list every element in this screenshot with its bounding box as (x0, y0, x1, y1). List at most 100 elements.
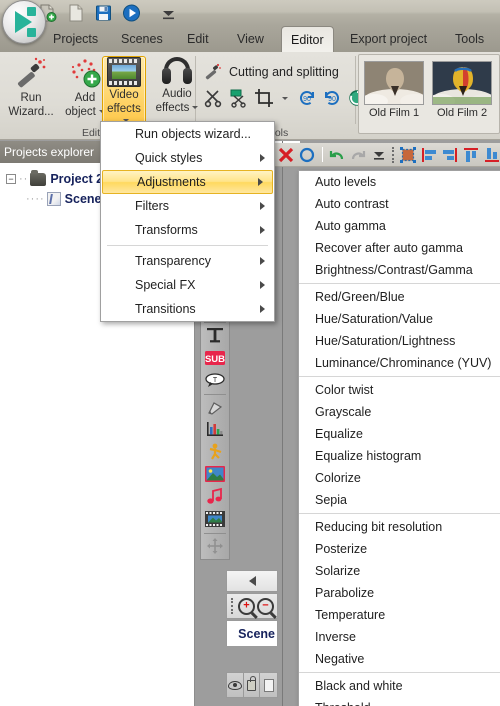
menu-item-run-objects-wizard[interactable]: Run objects wizard... (101, 122, 274, 146)
delete-icon[interactable] (278, 146, 295, 164)
menu-item-quick-styles[interactable]: Quick styles (101, 146, 274, 170)
video-effects-menu[interactable]: Run objects wizard... Quick styles Adjus… (100, 121, 275, 322)
app-logo-icon[interactable] (2, 0, 46, 44)
split-scissors-icon[interactable] (229, 88, 249, 108)
submenu-item-reducing-bit-resolution[interactable]: Reducing bit resolution (299, 516, 500, 538)
rotate-left-90-icon[interactable]: 90 (297, 88, 317, 108)
submenu-item-grayscale[interactable]: Grayscale (299, 401, 500, 423)
submenu-item-negative[interactable]: Negative (299, 648, 500, 670)
submenu-item-hue-saturation-value[interactable]: Hue/Saturation/Value (299, 308, 500, 330)
tab-projects[interactable]: Projects (44, 26, 107, 52)
submenu-item-hue-saturation-lightness[interactable]: Hue/Saturation/Lightness (299, 330, 500, 352)
menu-item-special-fx[interactable]: Special FX (101, 273, 274, 297)
submenu-item-parabolize[interactable]: Parabolize (299, 582, 500, 604)
undo-icon[interactable] (329, 146, 346, 164)
submenu-item-solarize[interactable]: Solarize (299, 560, 500, 582)
draw-pen-icon[interactable] (204, 398, 226, 416)
zoombar-grip[interactable] (231, 598, 234, 614)
callout-object-icon[interactable]: T (204, 371, 226, 389)
animation-object-icon[interactable] (204, 443, 226, 461)
circle-select-icon[interactable] (299, 146, 316, 164)
tab-scenes[interactable]: Scenes (112, 26, 172, 52)
old-film-2-preset[interactable]: Old Film 2 (431, 61, 493, 127)
menu-item-filters[interactable]: Filters (101, 194, 274, 218)
subtitle-object-icon[interactable]: SUB (204, 348, 226, 366)
align-bottom-icon[interactable] (483, 146, 500, 164)
crop-icon[interactable] (254, 88, 274, 108)
run-wizard-button[interactable]: Run Wizard... (2, 56, 60, 118)
tab-edit[interactable]: Edit (178, 26, 218, 52)
toolbar-grip[interactable] (391, 146, 396, 163)
submenu-item-auto-contrast[interactable]: Auto contrast (299, 193, 500, 215)
old-film-1-preset[interactable]: Old Film 1 (363, 61, 425, 127)
submenu-item-black-and-white[interactable]: Black and white (299, 675, 500, 697)
submenu-item-posterize[interactable]: Posterize (299, 538, 500, 560)
menu-item-label: Hue/Saturation/Value (315, 312, 433, 326)
application-window: Projects Scenes Edit View Editor Export … (0, 0, 500, 706)
menu-item-adjustments[interactable]: Adjustments (102, 170, 273, 194)
save-icon[interactable] (94, 3, 113, 23)
redo-icon[interactable] (350, 146, 367, 164)
submenu-item-equalize-histogram[interactable]: Equalize histogram (299, 445, 500, 467)
tab-export-project[interactable]: Export project (341, 26, 436, 52)
image-object-icon[interactable] (204, 465, 226, 483)
cut-icon[interactable] (204, 88, 224, 108)
video-effects-button[interactable]: Video effects (102, 56, 146, 128)
tree-connector: ···· (26, 193, 45, 205)
customize-quick-access-icon[interactable] (159, 3, 178, 23)
submenu-arrow-icon (260, 202, 265, 210)
submenu-item-equalize[interactable]: Equalize (299, 423, 500, 445)
menu-item-transforms[interactable]: Transforms (101, 218, 274, 242)
tab-editor[interactable]: Editor (281, 26, 334, 52)
submenu-item-colorize[interactable]: Colorize (299, 467, 500, 489)
zoom-in-button[interactable]: + (238, 597, 255, 615)
move-tool-icon[interactable] (204, 537, 226, 555)
audio-object-icon[interactable] (204, 487, 226, 505)
visibility-eye-icon[interactable] (227, 673, 244, 697)
expander-icon[interactable]: − (6, 174, 16, 184)
menu-item-transitions[interactable]: Transitions (101, 297, 274, 321)
submenu-item-threshold[interactable]: Threshold (299, 697, 500, 706)
menu-item-label: Temperature (315, 608, 386, 622)
align-top-icon[interactable] (462, 146, 479, 164)
menu-item-label: Auto gamma (315, 219, 386, 233)
scene-tab[interactable]: Scene (226, 620, 278, 646)
menu-item-label: Transparency (135, 254, 211, 268)
chart-object-icon[interactable] (204, 420, 226, 438)
adjustments-submenu[interactable]: Auto levels Auto contrast Auto gamma Rec… (298, 170, 500, 706)
submenu-item-inverse[interactable]: Inverse (299, 626, 500, 648)
overflow-caret-icon[interactable] (371, 146, 388, 164)
submenu-item-temperature[interactable]: Temperature (299, 604, 500, 626)
align-left-icon[interactable] (420, 146, 437, 164)
collapse-panel-button[interactable] (226, 570, 278, 592)
layer-extra-button[interactable] (260, 673, 277, 697)
rotate-right-90-icon[interactable]: 90 (322, 88, 342, 108)
tab-tools[interactable]: Tools (446, 26, 493, 52)
lock-icon[interactable] (244, 673, 261, 697)
submenu-item-red-green-blue[interactable]: Red/Green/Blue (299, 286, 500, 308)
toolbar-divider (204, 322, 226, 324)
select-all-objects-icon[interactable] (399, 146, 416, 164)
submenu-item-recover-after-auto-gamma[interactable]: Recover after auto gamma (299, 237, 500, 259)
align-right-icon[interactable] (441, 146, 458, 164)
menu-item-label: Grayscale (315, 405, 372, 419)
submenu-item-brightness-contrast-gamma[interactable]: Brightness/Contrast/Gamma (299, 259, 500, 281)
menu-separator (299, 672, 500, 673)
menu-item-label: Equalize (315, 427, 363, 441)
zoom-out-button[interactable]: − (257, 597, 274, 615)
submenu-item-luminance-chrominance-yuv[interactable]: Luminance/Chrominance (YUV) (299, 352, 500, 374)
submenu-item-auto-levels[interactable]: Auto levels (299, 171, 500, 193)
crop-dropdown-caret-icon[interactable] (282, 96, 288, 100)
tab-view[interactable]: View (228, 26, 273, 52)
cutting-and-splitting-header[interactable]: Cutting and splitting (204, 62, 339, 82)
menu-item-transparency[interactable]: Transparency (101, 249, 274, 273)
magic-wand-small-icon (204, 62, 224, 82)
video-object-icon[interactable] (204, 509, 226, 527)
text-object-icon[interactable] (204, 326, 226, 344)
submenu-item-color-twist[interactable]: Color twist (299, 379, 500, 401)
submenu-item-sepia[interactable]: Sepia (299, 489, 500, 511)
open-document-icon[interactable] (66, 3, 85, 23)
submenu-item-auto-gamma[interactable]: Auto gamma (299, 215, 500, 237)
menu-item-label: Hue/Saturation/Lightness (315, 334, 456, 348)
play-icon[interactable] (122, 3, 141, 23)
